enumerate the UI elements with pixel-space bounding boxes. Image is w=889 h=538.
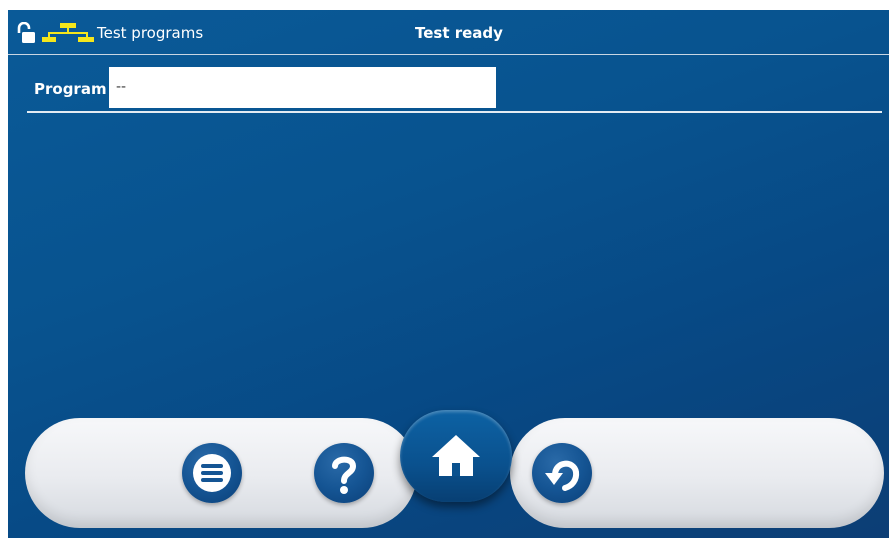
menu-button[interactable]	[182, 443, 242, 503]
status-text: Test ready	[415, 24, 503, 42]
header-bar: Test programs Test ready	[8, 10, 889, 54]
program-field[interactable]: --	[109, 67, 496, 108]
program-divider	[27, 111, 882, 113]
question-mark-icon	[332, 456, 357, 494]
page-title: Test programs	[97, 24, 204, 42]
program-label: Program	[34, 80, 107, 98]
home-button[interactable]	[424, 425, 488, 483]
header-divider	[8, 54, 889, 55]
network-tree-icon[interactable]	[42, 23, 94, 43]
app-screen: Test programs Test ready Program --	[8, 10, 889, 538]
home-icon	[432, 435, 480, 476]
help-button[interactable]	[314, 443, 374, 503]
unlocked-padlock-icon[interactable]	[16, 22, 36, 44]
hamburger-menu-icon	[193, 454, 231, 492]
back-button[interactable]	[532, 443, 592, 503]
undo-arrow-icon	[545, 460, 580, 491]
